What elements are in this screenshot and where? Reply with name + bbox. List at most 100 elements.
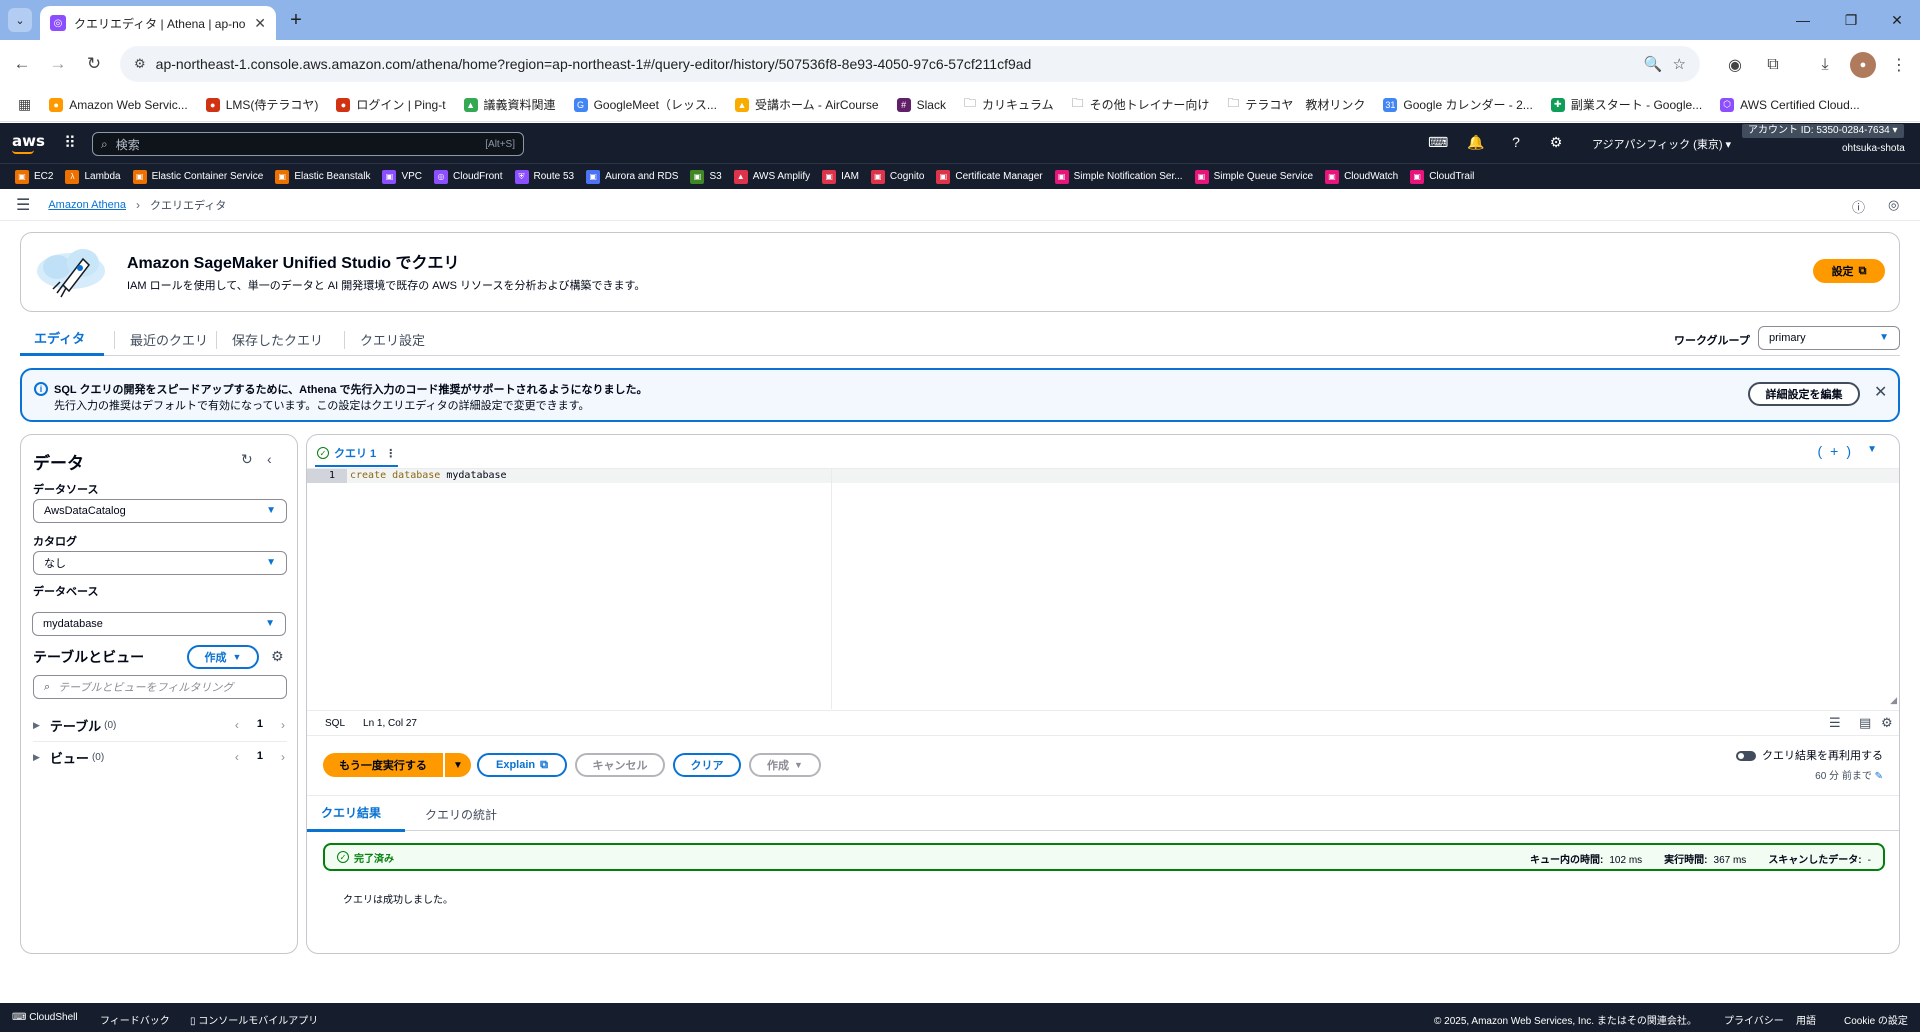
create-table-button[interactable]: 作成 ▼ bbox=[187, 645, 259, 669]
aws-search-input[interactable]: ⌕ 検索 [Alt+S] bbox=[92, 132, 524, 156]
run-again-button[interactable]: もう一度実行する bbox=[323, 753, 443, 777]
tab-query-settings[interactable]: クエリ設定 bbox=[346, 322, 439, 356]
bookmark-item[interactable]: G GoogleMeet（レッス... bbox=[568, 96, 723, 113]
breadcrumb-athena-link[interactable]: Amazon Athena bbox=[48, 199, 126, 211]
feedback-link[interactable]: フィードバック bbox=[100, 1012, 170, 1027]
add-query-tab-button[interactable]: (+) bbox=[1818, 443, 1860, 459]
browser-menu-icon[interactable]: ⋮ bbox=[1886, 52, 1912, 78]
tab-query-stats[interactable]: クエリの統計 bbox=[411, 796, 511, 832]
reuse-results-toggle[interactable]: クエリ結果を再利用する 60 分 前まで ✎ bbox=[1736, 747, 1883, 782]
new-tab-button[interactable]: + bbox=[284, 8, 308, 32]
fav-cloudwatch[interactable]: ▣ CloudWatch bbox=[1320, 169, 1403, 184]
fav-route53[interactable]: ⛨ Route 53 bbox=[510, 169, 580, 184]
more-vertical-icon[interactable]: ⋮ bbox=[385, 447, 396, 460]
edit-preferences-button[interactable]: 詳細設定を編集 bbox=[1748, 382, 1860, 406]
fav-rds[interactable]: ▣ Aurora and RDS bbox=[581, 169, 683, 184]
caret-right-icon[interactable]: ▶ bbox=[33, 752, 40, 763]
tab-editor[interactable]: エディタ bbox=[20, 322, 104, 356]
close-icon[interactable]: ✕ bbox=[254, 15, 266, 32]
aws-logo[interactable]: aws bbox=[12, 132, 45, 150]
privacy-link[interactable]: プライバシー bbox=[1724, 1012, 1784, 1027]
setup-button[interactable]: 設定 ⧉ bbox=[1813, 259, 1885, 283]
workgroup-select[interactable]: primary ▼ bbox=[1758, 326, 1900, 350]
chevron-right-icon[interactable]: › bbox=[281, 750, 285, 764]
fav-vpc[interactable]: ▣ VPC bbox=[377, 169, 427, 184]
bookmark-item[interactable]: ● LMS(侍テラコヤ) bbox=[200, 96, 325, 113]
datasource-select[interactable]: AwsDataCatalog ▼ bbox=[33, 499, 287, 523]
bookmark-item[interactable]: ▲ 議義資料関連 bbox=[458, 96, 562, 113]
minimize-icon[interactable]: — bbox=[1788, 8, 1818, 32]
preferences-icon[interactable]: ◎ bbox=[1888, 197, 1899, 213]
caret-right-icon[interactable]: ▶ bbox=[33, 720, 40, 731]
toggle-switch[interactable] bbox=[1736, 751, 1756, 762]
tab-search-button[interactable]: ⌄ bbox=[8, 8, 32, 32]
sql-editor[interactable]: 1 create database mydatabase ◢ bbox=[307, 468, 1899, 709]
fav-beanstalk[interactable]: ▣ Elastic Beanstalk bbox=[270, 169, 375, 184]
back-arrow-icon[interactable]: ← bbox=[8, 50, 36, 78]
catalog-select[interactable]: なし ▼ bbox=[33, 551, 287, 575]
edit-pencil-icon[interactable]: ✎ bbox=[1875, 771, 1883, 782]
table-filter-input[interactable]: ⌕ テーブルとビューをフィルタリング bbox=[33, 675, 287, 699]
info-circle-icon[interactable]: ⓘ bbox=[1852, 197, 1865, 216]
tab-saved-queries[interactable]: 保存したクエリ bbox=[218, 322, 337, 356]
settings-gear-icon[interactable]: ⚙ bbox=[271, 648, 284, 665]
tab-query-results[interactable]: クエリ結果 bbox=[307, 796, 405, 832]
chevron-left-icon[interactable]: ‹ bbox=[235, 718, 239, 732]
url-text[interactable]: ap-northeast-1.console.aws.amazon.com/at… bbox=[156, 56, 1634, 72]
extensions-icon[interactable]: ⧉ bbox=[1760, 52, 1786, 78]
bookmark-folder[interactable]: 🗀 その他トレイナー向け bbox=[1066, 94, 1216, 115]
sql-code[interactable]: create database mydatabase bbox=[350, 469, 507, 483]
services-grid-icon[interactable]: ⠿ bbox=[64, 133, 76, 153]
run-options-caret-icon[interactable]: ▼ bbox=[445, 753, 471, 777]
clear-button[interactable]: クリア bbox=[673, 753, 741, 777]
bookmark-folder[interactable]: 🗀 カリキュラム bbox=[958, 94, 1060, 115]
mobile-app-link[interactable]: ▯ コンソールモバイルアプリ bbox=[190, 1012, 318, 1027]
aws-username[interactable]: ohtsuka-shota bbox=[1842, 143, 1905, 154]
tab-recent-queries[interactable]: 最近のクエリ bbox=[116, 322, 222, 356]
address-bar[interactable]: ⚙ ap-northeast-1.console.aws.amazon.com/… bbox=[120, 46, 1700, 82]
fav-amplify[interactable]: ▲ AWS Amplify bbox=[729, 169, 815, 184]
caret-down-icon[interactable]: ▼ bbox=[1867, 444, 1877, 455]
refresh-icon[interactable]: ↻ bbox=[241, 451, 253, 468]
views-tree-row[interactable]: ▶ ビュー (0) ‹ 1 › bbox=[21, 743, 297, 771]
bookmark-star-icon[interactable]: ☆ bbox=[1673, 55, 1686, 73]
restore-icon[interactable]: ❐ bbox=[1836, 8, 1866, 32]
fullscreen-icon[interactable]: ▤ bbox=[1859, 715, 1871, 731]
cloudshell-icon[interactable]: ⌨ bbox=[1428, 134, 1448, 151]
forward-arrow-icon[interactable]: → bbox=[44, 50, 72, 78]
cloudshell-link[interactable]: ⌨ CloudShell bbox=[12, 1012, 78, 1023]
fav-cloudfront[interactable]: ◎ CloudFront bbox=[429, 169, 507, 184]
account-id-badge[interactable]: アカウント ID: 5350-0284-7634 ▾ bbox=[1742, 124, 1904, 138]
download-icon[interactable]: ⤓ bbox=[1812, 52, 1838, 78]
cancel-button[interactable]: キャンセル bbox=[575, 753, 665, 777]
create-dropdown-button[interactable]: 作成 ▼ bbox=[749, 753, 821, 777]
tables-tree-row[interactable]: ▶ テーブル (0) ‹ 1 › bbox=[21, 711, 297, 739]
settings-gear-icon[interactable]: ⚙ bbox=[1546, 134, 1566, 151]
apps-grid-icon[interactable]: ▦ bbox=[12, 96, 37, 113]
notifications-bell-icon[interactable]: 🔔 bbox=[1466, 134, 1486, 151]
fav-s3[interactable]: ▣ S3 bbox=[685, 169, 726, 184]
zoom-icon[interactable]: 🔍 bbox=[1644, 55, 1663, 73]
chevron-left-icon[interactable]: ‹ bbox=[235, 750, 239, 764]
fav-ecs[interactable]: ▣ Elastic Container Service bbox=[128, 169, 269, 184]
explain-button[interactable]: Explain ⧉ bbox=[477, 753, 567, 777]
window-close-icon[interactable]: ✕ bbox=[1882, 8, 1912, 32]
bookmark-item[interactable]: 31 Google カレンダー - 2... bbox=[1377, 96, 1538, 113]
fav-ec2[interactable]: ▣ EC2 bbox=[10, 169, 58, 184]
profile-avatar[interactable]: ● bbox=[1850, 52, 1876, 78]
region-selector[interactable]: アジアパシフィック (東京) ▾ bbox=[1592, 136, 1731, 152]
fav-iam[interactable]: ▣ IAM bbox=[817, 169, 864, 184]
collapse-left-icon[interactable]: ‹ bbox=[267, 451, 272, 467]
bookmark-item[interactable]: # Slack bbox=[891, 97, 952, 112]
close-icon[interactable]: ✕ bbox=[1874, 382, 1887, 402]
help-icon[interactable]: ? bbox=[1506, 134, 1526, 150]
database-select[interactable]: mydatabase ▼ bbox=[32, 612, 286, 636]
fav-cognito[interactable]: ▣ Cognito bbox=[866, 169, 929, 184]
fav-cloudtrail[interactable]: ▣ CloudTrail bbox=[1405, 169, 1479, 184]
browser-tab-athena[interactable]: ◎ クエリエディタ | Athena | ap-northeast-1 ✕ bbox=[40, 6, 276, 40]
menu-hamburger-icon[interactable]: ☰ bbox=[16, 195, 30, 215]
chevron-right-icon[interactable]: › bbox=[281, 718, 285, 732]
bookmark-item[interactable]: ⬡ AWS Certified Cloud... bbox=[1714, 97, 1866, 112]
editor-settings-gear-icon[interactable]: ⚙ bbox=[1881, 715, 1893, 731]
bookmark-item[interactable]: ▲ 受講ホーム - AirCourse bbox=[729, 96, 885, 113]
